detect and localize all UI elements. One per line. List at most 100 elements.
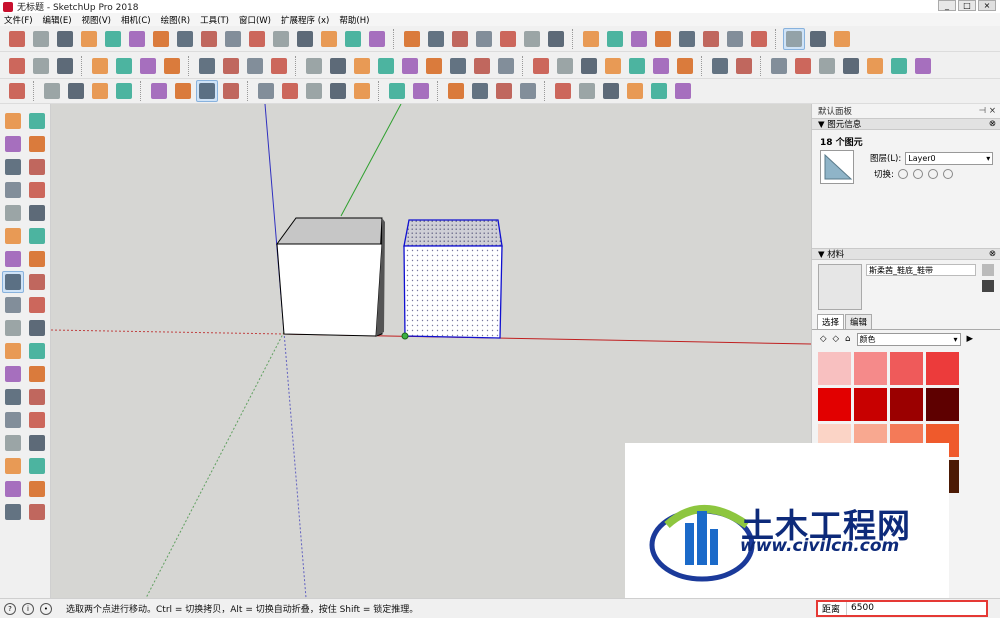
move-icon[interactable] bbox=[2, 271, 24, 293]
scale-icon[interactable] bbox=[342, 28, 364, 50]
text-icon[interactable] bbox=[26, 363, 48, 385]
iso-icon[interactable] bbox=[552, 80, 574, 102]
eraser-icon[interactable] bbox=[41, 80, 63, 102]
lookaround-icon[interactable] bbox=[700, 28, 722, 50]
material-swatch[interactable] bbox=[926, 388, 959, 421]
axes-icon[interactable] bbox=[2, 386, 24, 408]
iso-view-icon[interactable] bbox=[768, 55, 790, 77]
home-icon[interactable]: ⌂ bbox=[845, 334, 850, 344]
axes-icon[interactable] bbox=[497, 28, 519, 50]
outliner-icon[interactable] bbox=[674, 55, 696, 77]
textured-icon[interactable] bbox=[447, 55, 469, 77]
bottom-view-icon[interactable] bbox=[912, 55, 934, 77]
menu-file[interactable]: 文件(F) bbox=[4, 14, 33, 26]
geolocation-icon[interactable]: ? bbox=[4, 602, 16, 615]
right-box-top[interactable] bbox=[403, 219, 503, 247]
box-icon[interactable] bbox=[672, 80, 694, 102]
monochrome-icon[interactable] bbox=[471, 55, 493, 77]
display-secondary-icon[interactable] bbox=[982, 264, 994, 276]
wireframe-icon[interactable] bbox=[375, 55, 397, 77]
tab-edit[interactable]: 编辑 bbox=[845, 314, 873, 329]
component-icon[interactable] bbox=[445, 80, 467, 102]
save-icon[interactable] bbox=[54, 55, 76, 77]
walk-icon[interactable] bbox=[2, 501, 24, 523]
orbit-icon[interactable] bbox=[545, 28, 567, 50]
delete-icon[interactable] bbox=[161, 55, 183, 77]
protractor-icon[interactable] bbox=[2, 363, 24, 385]
measurements-box[interactable]: 距离 6500 bbox=[816, 600, 988, 617]
camera-icon[interactable] bbox=[303, 55, 325, 77]
material-swatch[interactable] bbox=[818, 352, 851, 385]
group-icon[interactable] bbox=[469, 80, 491, 102]
right-view-icon[interactable] bbox=[840, 55, 862, 77]
walk-icon[interactable] bbox=[351, 80, 373, 102]
sandbox-icon[interactable] bbox=[748, 28, 770, 50]
forward-arrow-icon[interactable]: ◇ bbox=[833, 334, 840, 344]
model-info-icon[interactable] bbox=[268, 55, 290, 77]
back-view-icon[interactable] bbox=[864, 55, 886, 77]
select-icon[interactable] bbox=[6, 80, 28, 102]
redo-icon[interactable] bbox=[220, 55, 242, 77]
current-material-swatch[interactable] bbox=[818, 264, 862, 310]
shaded-icon[interactable] bbox=[423, 55, 445, 77]
polygon-icon[interactable] bbox=[198, 28, 220, 50]
maximize-button[interactable]: □ bbox=[958, 0, 976, 11]
edge-style-icon[interactable] bbox=[554, 55, 576, 77]
receive-shadow-icon[interactable] bbox=[927, 169, 938, 179]
3dtext-icon[interactable] bbox=[521, 28, 543, 50]
entity-info-header[interactable]: ▼ 图元信息 ⊗ bbox=[812, 118, 1000, 130]
arc-icon[interactable] bbox=[2, 225, 24, 247]
visibility-eye-icon[interactable] bbox=[897, 169, 908, 179]
position-camera-icon[interactable] bbox=[2, 478, 24, 500]
lock-icon[interactable] bbox=[912, 169, 923, 179]
back-edges-icon[interactable] bbox=[351, 55, 373, 77]
credits-icon[interactable]: i bbox=[22, 602, 34, 615]
cast-shadow-icon[interactable] bbox=[942, 169, 953, 179]
material-swatch[interactable] bbox=[854, 388, 887, 421]
section-icon[interactable] bbox=[327, 80, 349, 102]
dimension-icon[interactable] bbox=[26, 340, 48, 362]
home-icon[interactable] bbox=[600, 80, 622, 102]
left-box-top[interactable] bbox=[276, 217, 383, 245]
rotate-icon[interactable] bbox=[220, 80, 242, 102]
menu-extensions[interactable]: 扩展程序 (x) bbox=[281, 14, 329, 26]
line-icon[interactable] bbox=[126, 28, 148, 50]
make-component-icon[interactable] bbox=[26, 110, 48, 132]
followme-icon[interactable] bbox=[26, 294, 48, 316]
dimension-icon[interactable] bbox=[425, 28, 447, 50]
shape-icon[interactable] bbox=[113, 80, 135, 102]
pushpull-icon[interactable] bbox=[148, 80, 170, 102]
xray-icon[interactable] bbox=[327, 55, 349, 77]
menu-view[interactable]: 视图(V) bbox=[82, 14, 111, 26]
section-plane-icon[interactable] bbox=[26, 501, 48, 523]
arc-icon[interactable] bbox=[89, 80, 111, 102]
zoom-extents-icon[interactable] bbox=[2, 455, 24, 477]
zoom-icon[interactable] bbox=[604, 28, 626, 50]
styles-icon[interactable] bbox=[578, 55, 600, 77]
top-view-icon[interactable] bbox=[792, 55, 814, 77]
tab-select[interactable]: 选择 bbox=[817, 314, 845, 329]
menu-help[interactable]: 帮助(H) bbox=[339, 14, 369, 26]
walk-icon[interactable] bbox=[676, 28, 698, 50]
zoom-icon[interactable] bbox=[386, 80, 408, 102]
offset-icon[interactable] bbox=[26, 317, 48, 339]
message-icon[interactable] bbox=[709, 55, 731, 77]
menu-edit[interactable]: 编辑(E) bbox=[43, 14, 72, 26]
orbit-icon[interactable] bbox=[2, 409, 24, 431]
rotate-icon[interactable] bbox=[294, 28, 316, 50]
measure-value[interactable]: 6500 bbox=[846, 602, 986, 615]
section-icon[interactable] bbox=[652, 28, 674, 50]
extension-icon[interactable] bbox=[807, 28, 829, 50]
su-app-icon[interactable] bbox=[831, 28, 853, 50]
freehand-icon[interactable] bbox=[222, 28, 244, 50]
pushpull-icon[interactable] bbox=[26, 271, 48, 293]
menu-tools[interactable]: 工具(T) bbox=[200, 14, 229, 26]
warehouse-icon[interactable] bbox=[783, 27, 805, 50]
back-arrow-icon[interactable]: ◇ bbox=[820, 334, 827, 344]
make-component-icon[interactable] bbox=[30, 28, 52, 50]
zoom-extents-icon[interactable] bbox=[410, 80, 432, 102]
followme-icon[interactable] bbox=[318, 28, 340, 50]
tape-icon[interactable] bbox=[279, 80, 301, 102]
pushpull-icon[interactable] bbox=[270, 28, 292, 50]
close-section-icon[interactable]: ⊗ bbox=[989, 119, 996, 129]
